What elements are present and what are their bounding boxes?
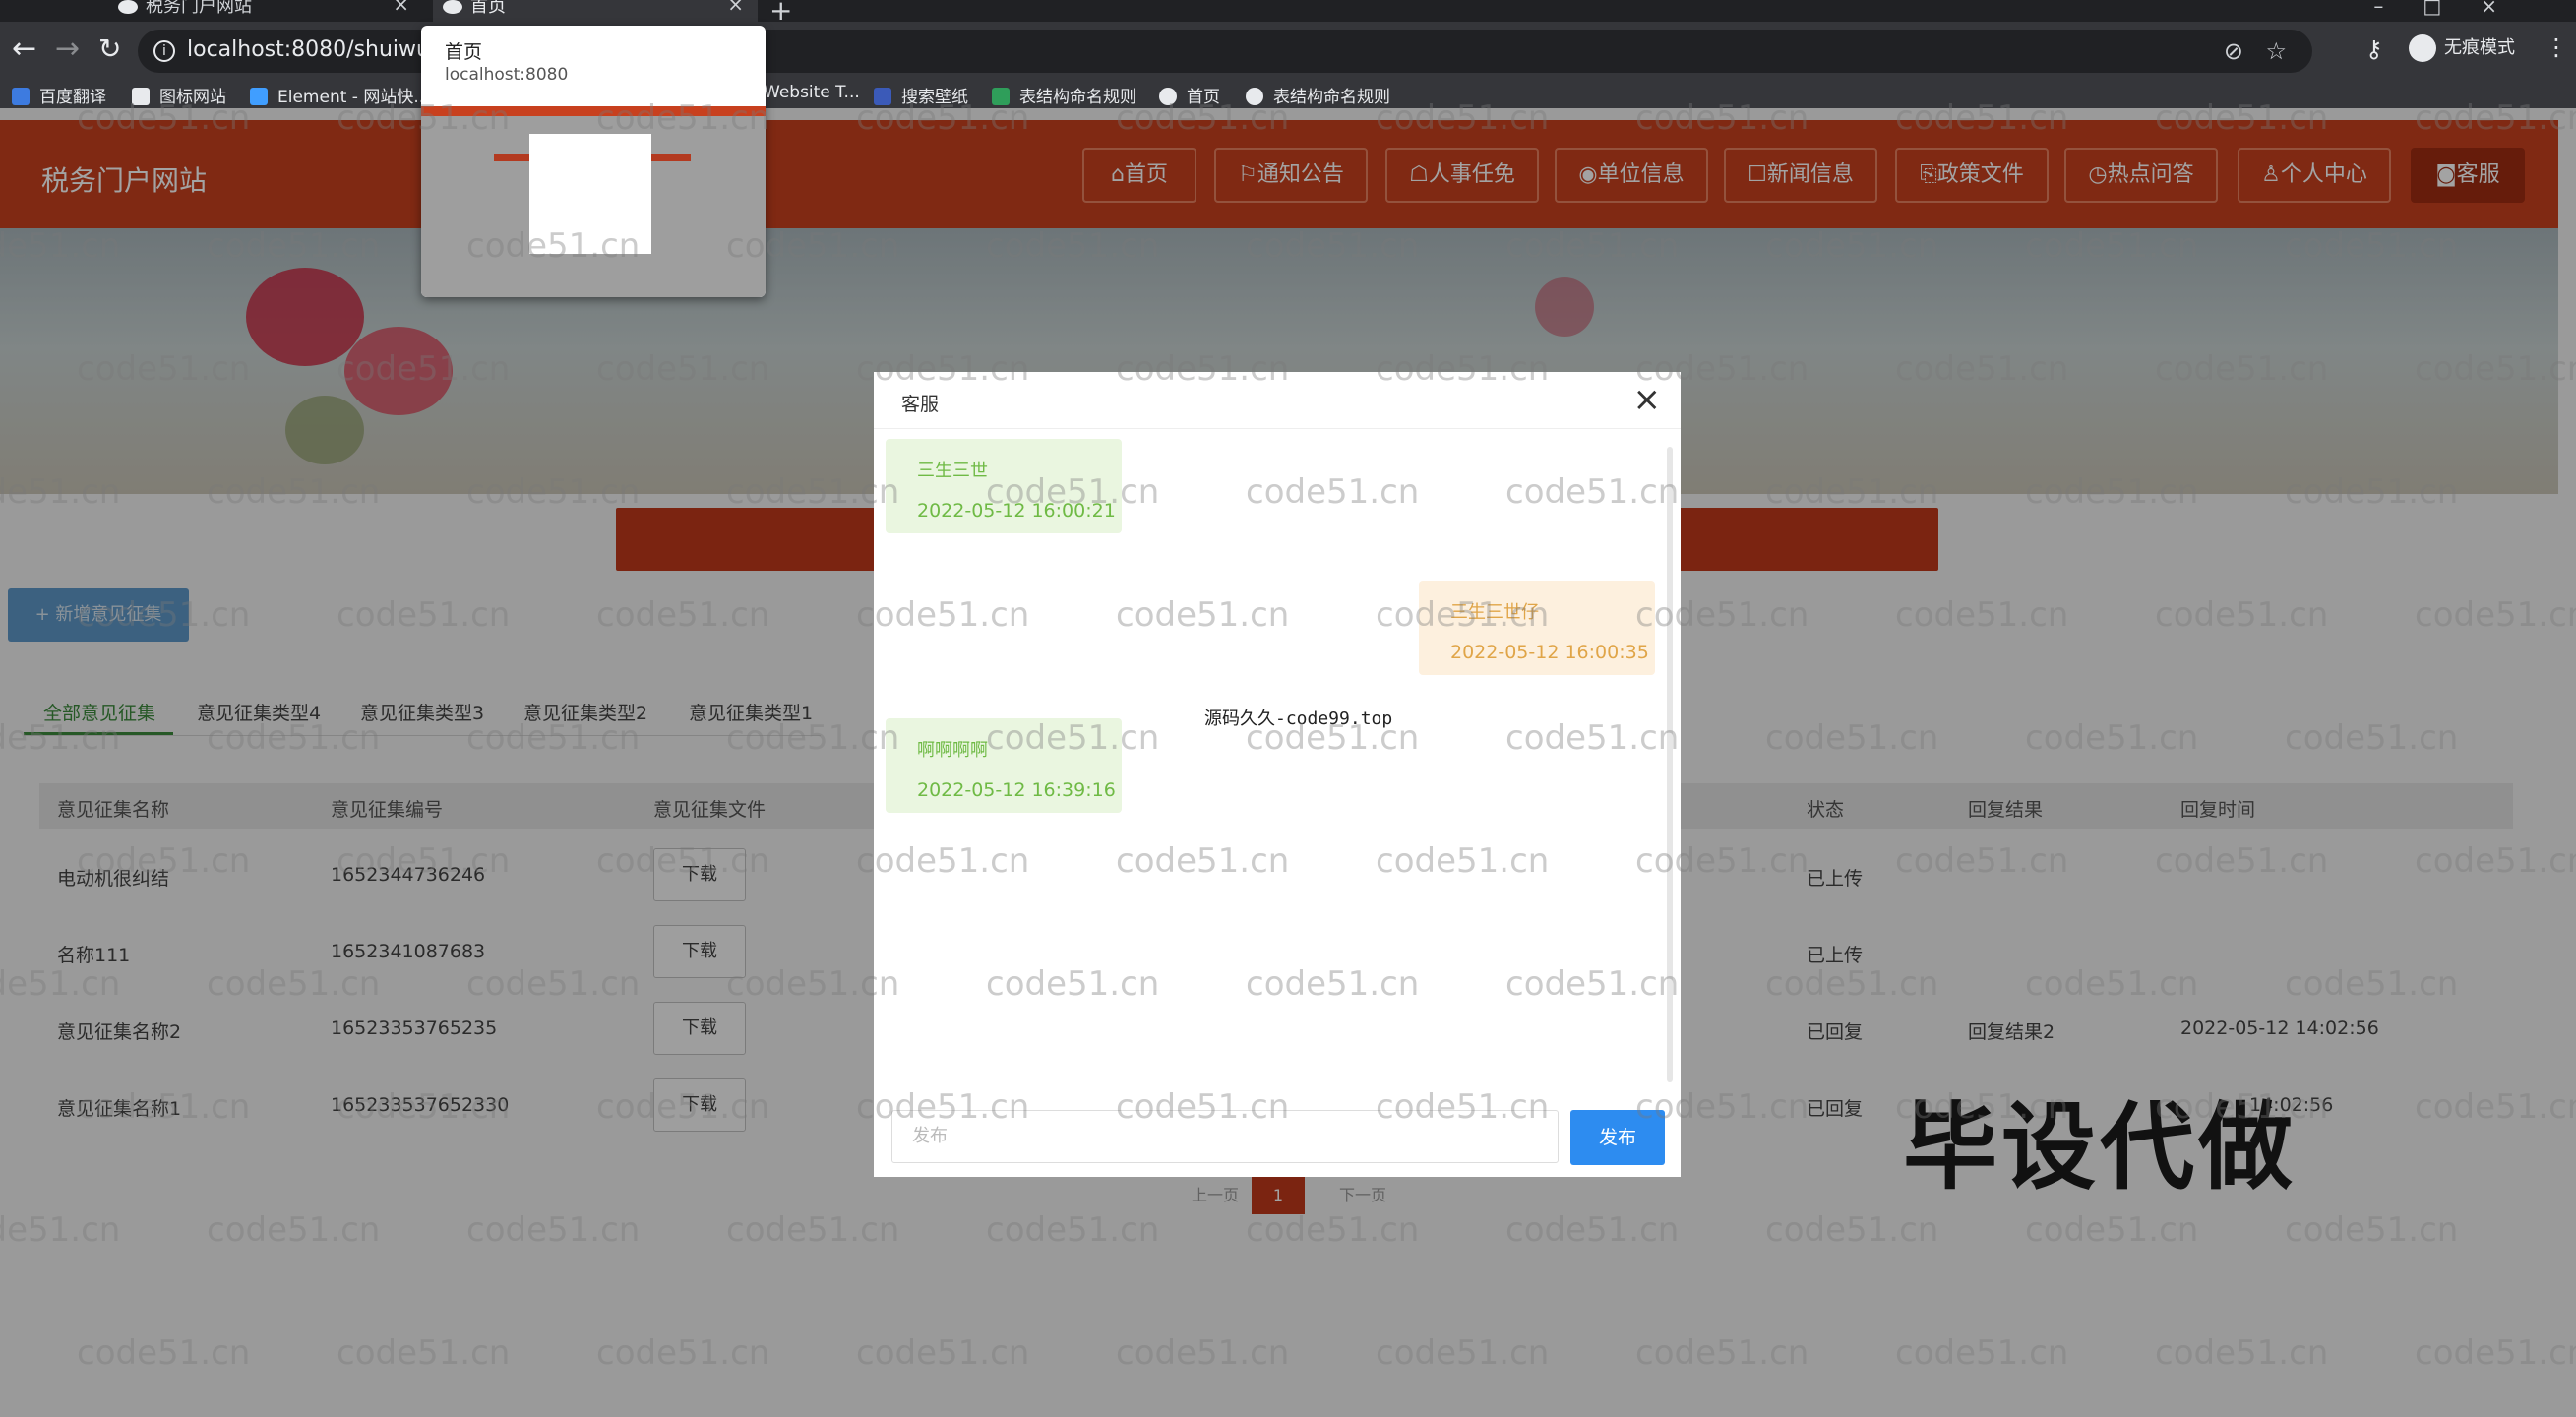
close-icon[interactable]: × — [1633, 380, 1662, 419]
bookmark[interactable]: Website T... — [764, 83, 860, 102]
translate-icon — [12, 88, 30, 105]
chat-input[interactable]: 发布 — [891, 1110, 1559, 1163]
incognito-icon — [2409, 34, 2436, 62]
vue-icon — [118, 0, 138, 14]
bookmark[interactable]: Element - 网站快... — [250, 83, 430, 107]
sheet-icon — [992, 88, 1010, 105]
reload-icon[interactable]: ↻ — [98, 30, 121, 69]
tab-label: 税务门户网站 — [146, 0, 252, 17]
bookmark[interactable]: 首页 — [1159, 83, 1220, 107]
scroll-thumb[interactable] — [1667, 447, 1673, 1082]
incognito-profile[interactable]: 无痕模式 — [2409, 33, 2515, 62]
chat-message-received: 三生三世 2022-05-12 16:00:21 — [886, 439, 1122, 533]
chat-message-received: 啊啊啊啊 2022-05-12 16:39:16 — [886, 718, 1122, 813]
message-time: 2022-05-12 16:00:35 — [1450, 642, 1649, 663]
browser-tab[interactable]: 税务门户网站 × — [108, 0, 423, 22]
wallpaper-icon — [874, 88, 891, 105]
bookmark[interactable]: 百度翻译 — [12, 83, 106, 107]
window-controls[interactable]: –□× — [2373, 0, 2537, 18]
tab-hover-preview: 首页 localhost:8080 — [421, 26, 766, 297]
message-time: 2022-05-12 16:00:21 — [917, 500, 1116, 522]
profile-label: 无痕模式 — [2444, 37, 2515, 58]
preview-thumbnail — [421, 106, 766, 297]
address-row: ← → ↻ i localhost:8080/shuiwume ⊘ ☆ ⚷ 无痕… — [0, 22, 2576, 81]
info-icon[interactable]: i — [153, 40, 175, 62]
message-time: 2022-05-12 16:39:16 — [917, 779, 1116, 801]
browser-tab-bar: 税务门户网站 × 首页 × + –□× — [0, 0, 2576, 27]
chat-message-sent: 三生三世仔 2022-05-12 16:00:35 — [1419, 581, 1655, 675]
send-button[interactable]: 发布 — [1570, 1110, 1665, 1165]
overlay-ad-text: 毕设代做 — [1903, 1092, 2297, 1202]
back-icon[interactable]: ← — [12, 30, 36, 69]
preview-url: localhost:8080 — [445, 65, 569, 85]
eye-off-icon[interactable]: ⊘ — [2224, 37, 2243, 65]
customer-service-dialog: 客服 × 三生三世 2022-05-12 16:00:21 三生三世仔 2022… — [874, 372, 1681, 1177]
bookmarks-bar: 百度翻译 图标网站 Element - 网站快... Website T... … — [0, 81, 2576, 108]
bookmark[interactable]: 表结构命名规则 — [1246, 83, 1390, 107]
star-icon[interactable]: ☆ — [2265, 37, 2287, 65]
flag-icon — [132, 88, 150, 105]
bookmark[interactable]: 搜索壁纸 — [874, 83, 968, 107]
key-icon[interactable]: ⚷ — [2365, 35, 2383, 63]
browser-tab-active[interactable]: 首页 × — [433, 0, 758, 22]
menu-icon[interactable]: ⋮ — [2545, 33, 2568, 61]
bookmark[interactable]: 表结构命名规则 — [992, 83, 1136, 107]
chat-scrollbar[interactable] — [1663, 437, 1677, 1094]
message-text: 三生三世仔 — [1450, 602, 1539, 623]
globe-icon — [1159, 88, 1177, 105]
dialog-header: 客服 × — [874, 372, 1681, 429]
message-text: 三生三世 — [917, 461, 988, 481]
globe-icon — [443, 0, 462, 14]
forward-icon[interactable]: → — [55, 30, 80, 69]
close-tab-icon[interactable]: × — [727, 0, 744, 14]
element-icon — [250, 88, 268, 105]
chat-messages[interactable]: 三生三世 2022-05-12 16:00:21 三生三世仔 2022-05-1… — [886, 437, 1663, 1094]
tab-label: 首页 — [470, 0, 506, 17]
globe-icon — [1246, 88, 1263, 105]
message-text: 啊啊啊啊 — [917, 740, 988, 761]
dialog-title: 客服 — [901, 394, 940, 415]
preview-title: 首页 — [445, 41, 483, 63]
close-tab-icon[interactable]: × — [393, 0, 409, 14]
bookmark[interactable]: 图标网站 — [132, 83, 226, 107]
source-watermark: 源码久久-code99.top — [1204, 708, 1393, 729]
